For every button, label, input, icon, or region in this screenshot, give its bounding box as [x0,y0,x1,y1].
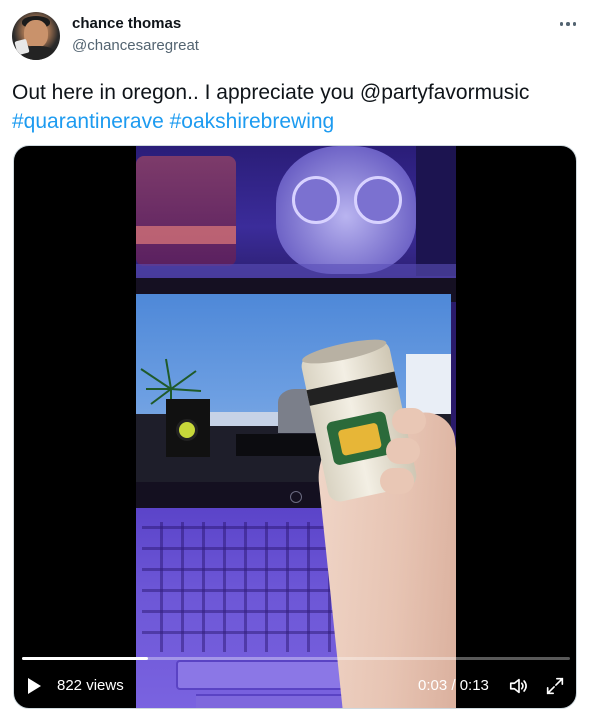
hashtag-link[interactable]: #quarantinerave [12,110,164,133]
more-options-icon[interactable] [556,14,580,34]
view-count: 822 views [57,677,124,694]
video-player[interactable]: 822 views 0:03 / 0:13 [13,145,577,709]
volume-icon[interactable] [508,675,530,697]
video-finger [386,438,420,464]
video-finger [392,408,426,434]
tweet-text: Out here in oregon.. I appreciate you @p… [12,78,582,136]
display-name[interactable]: chance thomas [72,15,181,32]
hashtag-link[interactable]: #oakshirebrewing [170,110,335,133]
tweet-text-plain: Out here in oregon.. I appreciate you @p… [12,81,530,104]
video-owl-figure [276,146,416,274]
video-finger [380,468,414,494]
video-frame[interactable] [136,146,456,708]
fullscreen-icon[interactable] [544,675,566,697]
video-time: 0:03 / 0:13 [418,677,489,694]
video-controls: 822 views 0:03 / 0:13 [14,666,576,706]
avatar[interactable] [12,12,60,60]
tweet: chance thomas @chancesaregreat Out here … [0,0,592,717]
play-icon[interactable] [28,678,41,694]
video-shadow [416,146,456,276]
video-cup [136,156,236,266]
video-progress-bar[interactable] [22,657,570,660]
video-progress-fill [22,657,149,660]
user-handle[interactable]: @chancesaregreat [72,37,199,54]
